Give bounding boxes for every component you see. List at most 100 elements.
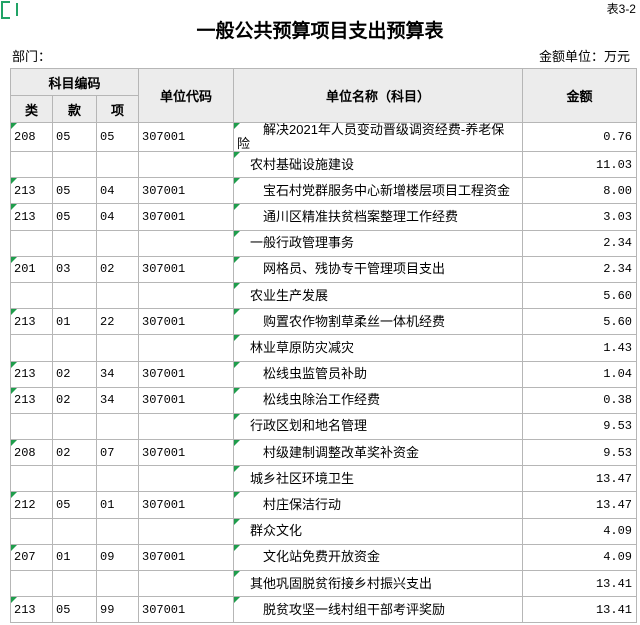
code-kuan-cell[interactable]: 02 (52, 360, 97, 388)
code-xiang-cell[interactable]: 01 (96, 491, 139, 519)
unit-code-cell[interactable] (138, 334, 234, 362)
code-lei-cell[interactable] (10, 517, 53, 545)
code-lei-cell[interactable]: 213 (10, 308, 53, 336)
code-lei-cell[interactable]: 213 (10, 203, 53, 231)
header-amount[interactable]: 金额 (522, 68, 637, 123)
code-lei-cell[interactable]: 213 (10, 177, 53, 205)
unit-code-cell[interactable]: 307001 (138, 177, 234, 205)
unit-code-cell[interactable]: 307001 (138, 491, 234, 519)
header-kuan[interactable]: 款 (52, 95, 97, 123)
unit-name-cell[interactable]: 城乡社区环境卫生 (233, 465, 523, 493)
unit-code-cell[interactable]: 307001 (138, 122, 234, 152)
code-kuan-cell[interactable]: 05 (52, 203, 97, 231)
unit-code-cell[interactable]: 307001 (138, 543, 234, 572)
unit-code-cell[interactable] (138, 569, 234, 598)
code-lei-cell[interactable] (10, 412, 53, 441)
amount-cell[interactable]: 0.76 (522, 122, 637, 152)
code-kuan-cell[interactable] (52, 517, 97, 545)
code-xiang-cell[interactable]: 05 (96, 122, 139, 152)
unit-name-cell[interactable]: 网格员、残协专干管理项目支出 (233, 255, 523, 283)
code-lei-cell[interactable]: 208 (10, 122, 53, 152)
code-xiang-cell[interactable] (96, 465, 139, 493)
code-kuan-cell[interactable]: 05 (52, 596, 97, 624)
code-lei-cell[interactable] (10, 229, 53, 257)
code-lei-cell[interactable]: 208 (10, 439, 53, 467)
code-xiang-cell[interactable] (96, 150, 139, 179)
unit-name-cell[interactable]: 松线虫监管员补助 (233, 360, 523, 388)
unit-name-cell[interactable]: 村庄保洁行动 (233, 491, 523, 519)
unit-code-cell[interactable] (138, 517, 234, 545)
unit-code-cell[interactable]: 307001 (138, 308, 234, 336)
unit-name-cell[interactable]: 村级建制调整改革奖补资金 (233, 439, 523, 467)
header-subject-code[interactable]: 科目编码 (10, 68, 139, 96)
unit-name-cell[interactable]: 群众文化 (233, 517, 523, 545)
code-kuan-cell[interactable]: 05 (52, 491, 97, 519)
code-xiang-cell[interactable]: 04 (96, 203, 139, 231)
unit-name-cell[interactable]: 解决2021年人员变动晋级调资经费-养老保险 (233, 122, 523, 152)
amount-cell[interactable]: 5.60 (522, 308, 637, 336)
code-xiang-cell[interactable]: 34 (96, 360, 139, 388)
amount-cell[interactable]: 1.04 (522, 360, 637, 388)
unit-code-cell[interactable]: 307001 (138, 203, 234, 231)
code-xiang-cell[interactable]: 09 (96, 543, 139, 572)
unit-name-cell[interactable]: 农村基础设施建设 (233, 150, 523, 179)
code-xiang-cell[interactable]: 04 (96, 177, 139, 205)
code-kuan-cell[interactable] (52, 229, 97, 257)
amount-cell[interactable]: 4.09 (522, 543, 637, 572)
code-kuan-cell[interactable] (52, 569, 97, 598)
amount-cell[interactable]: 0.38 (522, 386, 637, 414)
unit-name-cell[interactable]: 一般行政管理事务 (233, 229, 523, 257)
header-xiang[interactable]: 项 (96, 95, 139, 123)
unit-code-cell[interactable] (138, 229, 234, 257)
amount-cell[interactable]: 9.53 (522, 439, 637, 467)
amount-cell[interactable]: 9.53 (522, 412, 637, 441)
code-xiang-cell[interactable]: 34 (96, 386, 139, 414)
unit-name-cell[interactable]: 脱贫攻坚一线村组干部考评奖励 (233, 596, 523, 624)
code-lei-cell[interactable]: 213 (10, 596, 53, 624)
code-lei-cell[interactable]: 213 (10, 386, 53, 414)
code-xiang-cell[interactable] (96, 569, 139, 598)
header-unit-name[interactable]: 单位名称（科目） (233, 68, 523, 123)
unit-code-cell[interactable] (138, 412, 234, 441)
code-kuan-cell[interactable] (52, 150, 97, 179)
code-kuan-cell[interactable]: 03 (52, 255, 97, 283)
unit-name-cell[interactable]: 林业草原防灾减灾 (233, 334, 523, 362)
unit-code-cell[interactable] (138, 150, 234, 179)
amount-cell[interactable]: 1.43 (522, 334, 637, 362)
code-kuan-cell[interactable] (52, 281, 97, 310)
unit-name-cell[interactable]: 行政区划和地名管理 (233, 412, 523, 441)
amount-cell[interactable]: 5.60 (522, 281, 637, 310)
unit-name-cell[interactable]: 文化站免费开放资金 (233, 543, 523, 572)
unit-name-cell[interactable]: 通川区精准扶贫档案整理工作经费 (233, 203, 523, 231)
unit-name-cell[interactable]: 农业生产发展 (233, 281, 523, 310)
amount-cell[interactable]: 13.47 (522, 491, 637, 519)
code-lei-cell[interactable]: 207 (10, 543, 53, 572)
unit-name-cell[interactable]: 宝石村党群服务中心新增楼层项目工程资金 (233, 177, 523, 205)
code-lei-cell[interactable] (10, 281, 53, 310)
code-kuan-cell[interactable]: 01 (52, 308, 97, 336)
amount-cell[interactable]: 13.47 (522, 465, 637, 493)
amount-cell[interactable]: 4.09 (522, 517, 637, 545)
unit-name-cell[interactable]: 购置农作物割草柔丝一体机经费 (233, 308, 523, 336)
amount-cell[interactable]: 3.03 (522, 203, 637, 231)
code-lei-cell[interactable]: 212 (10, 491, 53, 519)
amount-cell[interactable]: 2.34 (522, 229, 637, 257)
amount-cell[interactable]: 8.00 (522, 177, 637, 205)
unit-name-cell[interactable]: 其他巩固脱贫衔接乡村振兴支出 (233, 569, 523, 598)
unit-code-cell[interactable]: 307001 (138, 596, 234, 624)
code-lei-cell[interactable] (10, 465, 53, 493)
code-kuan-cell[interactable] (52, 334, 97, 362)
code-xiang-cell[interactable] (96, 517, 139, 545)
unit-code-cell[interactable]: 307001 (138, 439, 234, 467)
code-lei-cell[interactable] (10, 150, 53, 179)
amount-cell[interactable]: 13.41 (522, 569, 637, 598)
unit-code-cell[interactable]: 307001 (138, 360, 234, 388)
code-xiang-cell[interactable] (96, 334, 139, 362)
code-xiang-cell[interactable]: 02 (96, 255, 139, 283)
code-kuan-cell[interactable]: 05 (52, 122, 97, 152)
unit-code-cell[interactable] (138, 465, 234, 493)
header-lei[interactable]: 类 (10, 95, 53, 123)
code-lei-cell[interactable]: 201 (10, 255, 53, 283)
code-lei-cell[interactable] (10, 569, 53, 598)
code-kuan-cell[interactable]: 05 (52, 177, 97, 205)
